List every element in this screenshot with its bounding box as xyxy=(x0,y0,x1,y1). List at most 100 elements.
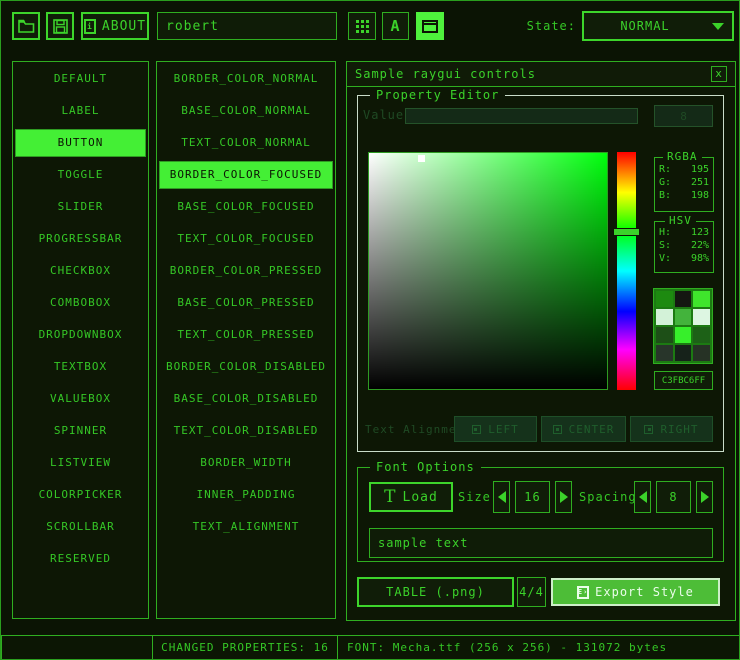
chevron-left-icon xyxy=(498,491,506,503)
list-item-combobox[interactable]: COMBOBOX xyxy=(15,289,146,317)
spacing-decrease-button[interactable] xyxy=(634,481,651,513)
layout-view-button[interactable] xyxy=(416,12,444,40)
open-style-button[interactable] xyxy=(12,12,40,40)
list-item-border_color_focused[interactable]: BORDER_COLOR_FOCUSED xyxy=(159,161,333,189)
list-item-textbox[interactable]: TEXTBOX xyxy=(15,353,146,381)
hue-slider[interactable] xyxy=(617,152,636,390)
list-item-border_color_disabled[interactable]: BORDER_COLOR_DISABLED xyxy=(159,353,333,381)
state-dropdown[interactable]: NORMAL xyxy=(582,11,734,41)
rguistyler-app: i ABOUT A State: NORMAL DEFAULT LABEL BUTT… xyxy=(0,0,740,660)
list-item-text_alignment[interactable]: TEXT_ALIGNMENT xyxy=(159,513,333,541)
size-value: 16 xyxy=(524,490,540,504)
size-value-box[interactable]: 16 xyxy=(515,481,550,513)
list-item-text_color_pressed[interactable]: TEXT_COLOR_PRESSED xyxy=(159,321,333,349)
color-swatch[interactable] xyxy=(675,327,692,343)
list-item-label[interactable]: LABEL xyxy=(15,97,146,125)
hsv-group: HSV H:123 S:22% V:98% xyxy=(654,221,714,273)
value-slider[interactable] xyxy=(405,108,638,124)
list-item-dropdownbox[interactable]: DROPDOWNBOX xyxy=(15,321,146,349)
list-item-checkbox[interactable]: CHECKBOX xyxy=(15,257,146,285)
grid-icon xyxy=(356,20,369,33)
align-right-label: RIGHT xyxy=(660,423,698,436)
list-item-inner_padding[interactable]: INNER_PADDING xyxy=(159,481,333,509)
rgba-row-r: R:195 xyxy=(655,163,713,176)
list-item-slider[interactable]: SLIDER xyxy=(15,193,146,221)
style-name-input[interactable] xyxy=(157,12,337,40)
load-font-label: Load xyxy=(403,490,438,505)
font-view-button[interactable]: A xyxy=(382,12,409,40)
size-decrease-button[interactable] xyxy=(493,481,510,513)
close-button[interactable]: x xyxy=(711,66,727,82)
color-swatch[interactable] xyxy=(693,291,710,307)
list-item-text_color_disabled[interactable]: TEXT_COLOR_DISABLED xyxy=(159,417,333,445)
list-item-scrollbar[interactable]: SCROLLBAR xyxy=(15,513,146,541)
color-swatch[interactable] xyxy=(675,309,692,325)
export-format-dropdown[interactable]: TABLE (.png) xyxy=(357,577,514,607)
list-item-default[interactable]: DEFAULT xyxy=(15,65,146,93)
color-swatch[interactable] xyxy=(693,327,710,343)
export-style-label: Export Style xyxy=(595,585,694,599)
floppy-save-icon xyxy=(53,19,68,34)
grid-view-button[interactable] xyxy=(348,12,376,40)
list-item-border_width[interactable]: BORDER_WIDTH xyxy=(159,449,333,477)
text-t-icon: T xyxy=(384,489,396,506)
window-icon xyxy=(422,20,438,33)
list-item-button[interactable]: BUTTON xyxy=(15,129,146,157)
load-font-button[interactable]: T Load xyxy=(369,482,453,512)
list-item-border_color_pressed[interactable]: BORDER_COLOR_PRESSED xyxy=(159,257,333,285)
color-swatch[interactable] xyxy=(693,309,710,325)
align-center-label: CENTER xyxy=(569,423,615,436)
info-icon: i xyxy=(84,19,96,34)
color-swatch[interactable] xyxy=(656,345,673,361)
list-item-valuebox[interactable]: VALUEBOX xyxy=(15,385,146,413)
color-swatch[interactable] xyxy=(675,291,692,307)
status-font-info: FONT: Mecha.ttf (256 x 256) - 131072 byt… xyxy=(337,635,740,660)
list-item-progressbar[interactable]: PROGRESSBAR xyxy=(15,225,146,253)
state-label: State: xyxy=(506,19,576,33)
color-swatch[interactable] xyxy=(656,291,673,307)
list-item-base_color_focused[interactable]: BASE_COLOR_FOCUSED xyxy=(159,193,333,221)
spacing-increase-button[interactable] xyxy=(696,481,713,513)
hex-color-input[interactable]: C3FBC6FF xyxy=(654,371,713,390)
list-item-reserved[interactable]: RESERVED xyxy=(15,545,146,573)
list-item-listview[interactable]: LISTVIEW xyxy=(15,449,146,477)
properties-list: BORDER_COLOR_NORMAL BASE_COLOR_NORMAL TEXT… xyxy=(156,61,336,619)
list-item-border_color_normal[interactable]: BORDER_COLOR_NORMAL xyxy=(159,65,333,93)
export-style-button[interactable]: E› Export Style xyxy=(551,578,720,606)
align-right-button[interactable]: RIGHT xyxy=(630,416,713,442)
sample-text-input[interactable] xyxy=(369,528,713,558)
color-swatch[interactable] xyxy=(693,345,710,361)
spacing-value: 8 xyxy=(669,490,677,504)
list-item-base_color_pressed[interactable]: BASE_COLOR_PRESSED xyxy=(159,289,333,317)
hex-color-value: C3FBC6FF xyxy=(662,376,705,386)
export-file-icon: E› xyxy=(577,586,589,599)
color-picker-square[interactable] xyxy=(368,152,608,390)
list-item-colorpicker[interactable]: COLORPICKER xyxy=(15,481,146,509)
list-item-base_color_disabled[interactable]: BASE_COLOR_DISABLED xyxy=(159,385,333,413)
list-item-text_color_focused[interactable]: TEXT_COLOR_FOCUSED xyxy=(159,225,333,253)
property-editor-group: Property Editor Value: 8 RGBA R:195 xyxy=(357,95,724,452)
save-style-button[interactable] xyxy=(46,12,74,40)
window-title: Sample raygui controls xyxy=(355,67,711,81)
value-spinner[interactable]: 8 xyxy=(654,105,713,127)
align-right-icon xyxy=(644,425,653,434)
align-left-button[interactable]: LEFT xyxy=(454,416,537,442)
about-button-label: ABOUT xyxy=(102,19,146,34)
spacing-value-box[interactable]: 8 xyxy=(656,481,691,513)
status-segment-empty xyxy=(1,635,153,660)
color-swatch[interactable] xyxy=(656,309,673,325)
color-swatch[interactable] xyxy=(656,327,673,343)
hue-slider-handle[interactable] xyxy=(613,228,640,236)
picker-cursor[interactable] xyxy=(418,155,425,162)
list-item-text_color_normal[interactable]: TEXT_COLOR_NORMAL xyxy=(159,129,333,157)
list-item-toggle[interactable]: TOGGLE xyxy=(15,161,146,189)
color-swatch[interactable] xyxy=(675,345,692,361)
color-swatch-grid xyxy=(653,288,713,364)
list-item-base_color_normal[interactable]: BASE_COLOR_NORMAL xyxy=(159,97,333,125)
align-center-button[interactable]: CENTER xyxy=(541,416,626,442)
about-button[interactable]: i ABOUT xyxy=(81,12,149,40)
chevron-left-icon xyxy=(639,491,647,503)
size-increase-button[interactable] xyxy=(555,481,572,513)
export-page-counter[interactable]: 4/4 xyxy=(517,577,546,607)
list-item-spinner[interactable]: SPINNER xyxy=(15,417,146,445)
